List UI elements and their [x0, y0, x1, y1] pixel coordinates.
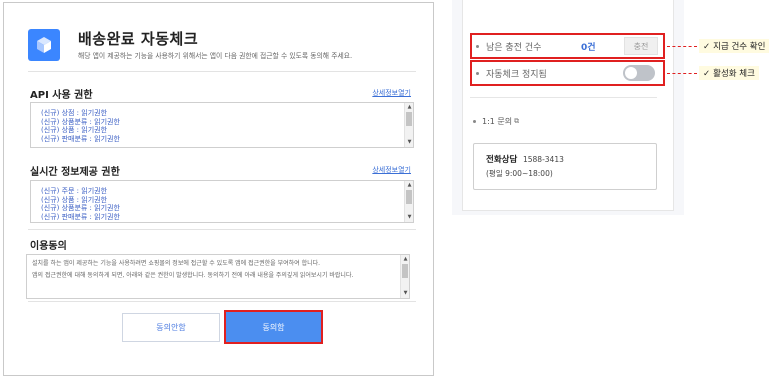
scroll-thumb[interactable]: [402, 264, 408, 278]
toggle-knob: [625, 67, 637, 79]
inquiry-link[interactable]: 1:1 문의 ⧉: [473, 116, 519, 127]
consent-title: 이용동의: [30, 241, 67, 252]
scrollbar[interactable]: ▲ ▼: [404, 181, 413, 222]
permission-item: (신규) 판매분류 : 읽기권한: [41, 134, 120, 143]
scroll-down-icon[interactable]: ▼: [402, 290, 409, 297]
scrollbar[interactable]: ▲ ▼: [400, 255, 409, 298]
external-link-icon: ⧉: [514, 117, 520, 125]
dialog-description: 해당 앱이 제공하는 기능을 사용하기 위해서는 앱이 다음 권한에 접근할 수…: [78, 52, 353, 60]
remaining-count-row: 남은 충전 건수 0건 충전: [470, 33, 665, 59]
phone-consult-box: 전화상담 1588-3413 (평일 9:00~18:00): [473, 143, 657, 190]
scroll-down-icon[interactable]: ▼: [406, 139, 413, 146]
callout-connector: [667, 46, 697, 47]
scroll-thumb[interactable]: [406, 112, 412, 126]
phone-number: 1588-3413: [522, 155, 564, 164]
remaining-count: 0건: [581, 42, 596, 53]
consent-text-box[interactable]: 설치를 하는 앱이 제공하는 기능을 사용하려면 쇼핑몰의 정보에 접근할 수 …: [26, 254, 410, 299]
permission-item: (신규) 상품분류 : 읽기권한: [41, 117, 120, 126]
scrollbar[interactable]: ▲ ▼: [404, 103, 413, 147]
toggle-callout-text: 활성화 체크: [713, 69, 755, 79]
inquiry-label: 1:1 문의: [482, 117, 513, 126]
bullet-icon: [476, 44, 479, 48]
phone-line: 전화상담 1588-3413: [486, 153, 656, 165]
check-icon: ✓: [703, 69, 711, 79]
bullet-icon: [473, 120, 476, 123]
consent-text: 설치를 하는 앱이 제공하는 기능을 사용하려면 쇼핑몰의 정보에 접근할 수 …: [27, 255, 409, 280]
permission-item: (신규) 상품분류 : 읽기권한: [41, 204, 120, 213]
divider: [28, 71, 416, 72]
permission-item: (신규) 주문 : 읽기권한: [41, 187, 108, 195]
api-permission-list[interactable]: (신규) 상점 : 읽기권한 (신규) 상품분류 : 읽기권한 (신규) 상품 : …: [30, 102, 414, 148]
callout-connector: [667, 73, 697, 74]
scroll-down-icon[interactable]: ▼: [406, 214, 413, 221]
permission-dialog: 배송완료 자동체크 해당 앱이 제공하는 기능을 사용하기 위해서는 앱이 다음…: [3, 2, 434, 376]
consent-paragraph: 앱의 접근권한에 대해 동의하게 되면, 아래와 같은 권한이 발생합니다. 동…: [32, 272, 354, 280]
realtime-permission-list[interactable]: (신규) 주문 : 읽기권한 (신규) 상품 : 읽기권한 (신규) 상품분류 : …: [30, 180, 414, 223]
agree-button[interactable]: 동의함: [226, 312, 321, 342]
permission-item: (신규) 판매분류 : 읽기권한: [41, 212, 120, 221]
scroll-up-icon[interactable]: ▲: [402, 256, 409, 263]
phone-title: 전화상담: [486, 155, 518, 165]
permission-item: (신규) 상품 : 읽기권한: [41, 126, 108, 135]
consent-paragraph: 설치를 하는 앱이 제공하는 기능을 사용하려면 쇼핑몰의 정보에 접근할 수 …: [32, 260, 321, 267]
toggle-callout: ✓ 활성화 체크: [699, 66, 759, 80]
auto-check-row: 자동체크 정지됨: [470, 60, 665, 86]
permission-item: (신규) 상점 : 읽기권한: [41, 109, 108, 117]
bullet-icon: [476, 71, 479, 75]
app-box-icon: [28, 29, 60, 61]
auto-check-stop-label: 자동체크 정지됨: [486, 69, 547, 80]
realtime-detail-link[interactable]: 상세정보열기: [372, 165, 411, 175]
api-detail-link[interactable]: 상세정보열기: [372, 88, 411, 98]
remaining-callout-text: 지급 건수 확인: [713, 42, 766, 52]
decline-button[interactable]: 동의안함: [122, 313, 220, 342]
auto-check-toggle[interactable]: [623, 65, 655, 81]
divider: [28, 301, 416, 302]
scroll-thumb[interactable]: [406, 190, 412, 204]
phone-hours: (평일 9:00~18:00): [486, 169, 553, 178]
remaining-callout: ✓ 지급 건수 확인: [699, 39, 770, 53]
charge-button[interactable]: 충전: [624, 37, 658, 55]
divider: [470, 97, 657, 98]
divider: [28, 229, 416, 230]
scroll-up-icon[interactable]: ▲: [406, 104, 413, 111]
check-icon: ✓: [703, 42, 711, 52]
realtime-permission-items: (신규) 주문 : 읽기권한 (신규) 상품 : 읽기권한 (신규) 상품분류 : …: [31, 181, 413, 221]
permission-item: (신규) 상품 : 읽기권한: [41, 195, 108, 204]
scroll-up-icon[interactable]: ▲: [406, 182, 413, 189]
dialog-title: 배송완료 자동체크: [78, 30, 199, 48]
api-permission-items: (신규) 상점 : 읽기권한 (신규) 상품분류 : 읽기권한 (신규) 상품 : …: [31, 103, 413, 143]
remaining-label: 남은 충전 건수: [486, 42, 542, 53]
realtime-permission-title: 실시간 정보제공 권한: [30, 167, 120, 178]
api-permission-title: API 사용 권한: [30, 90, 93, 101]
